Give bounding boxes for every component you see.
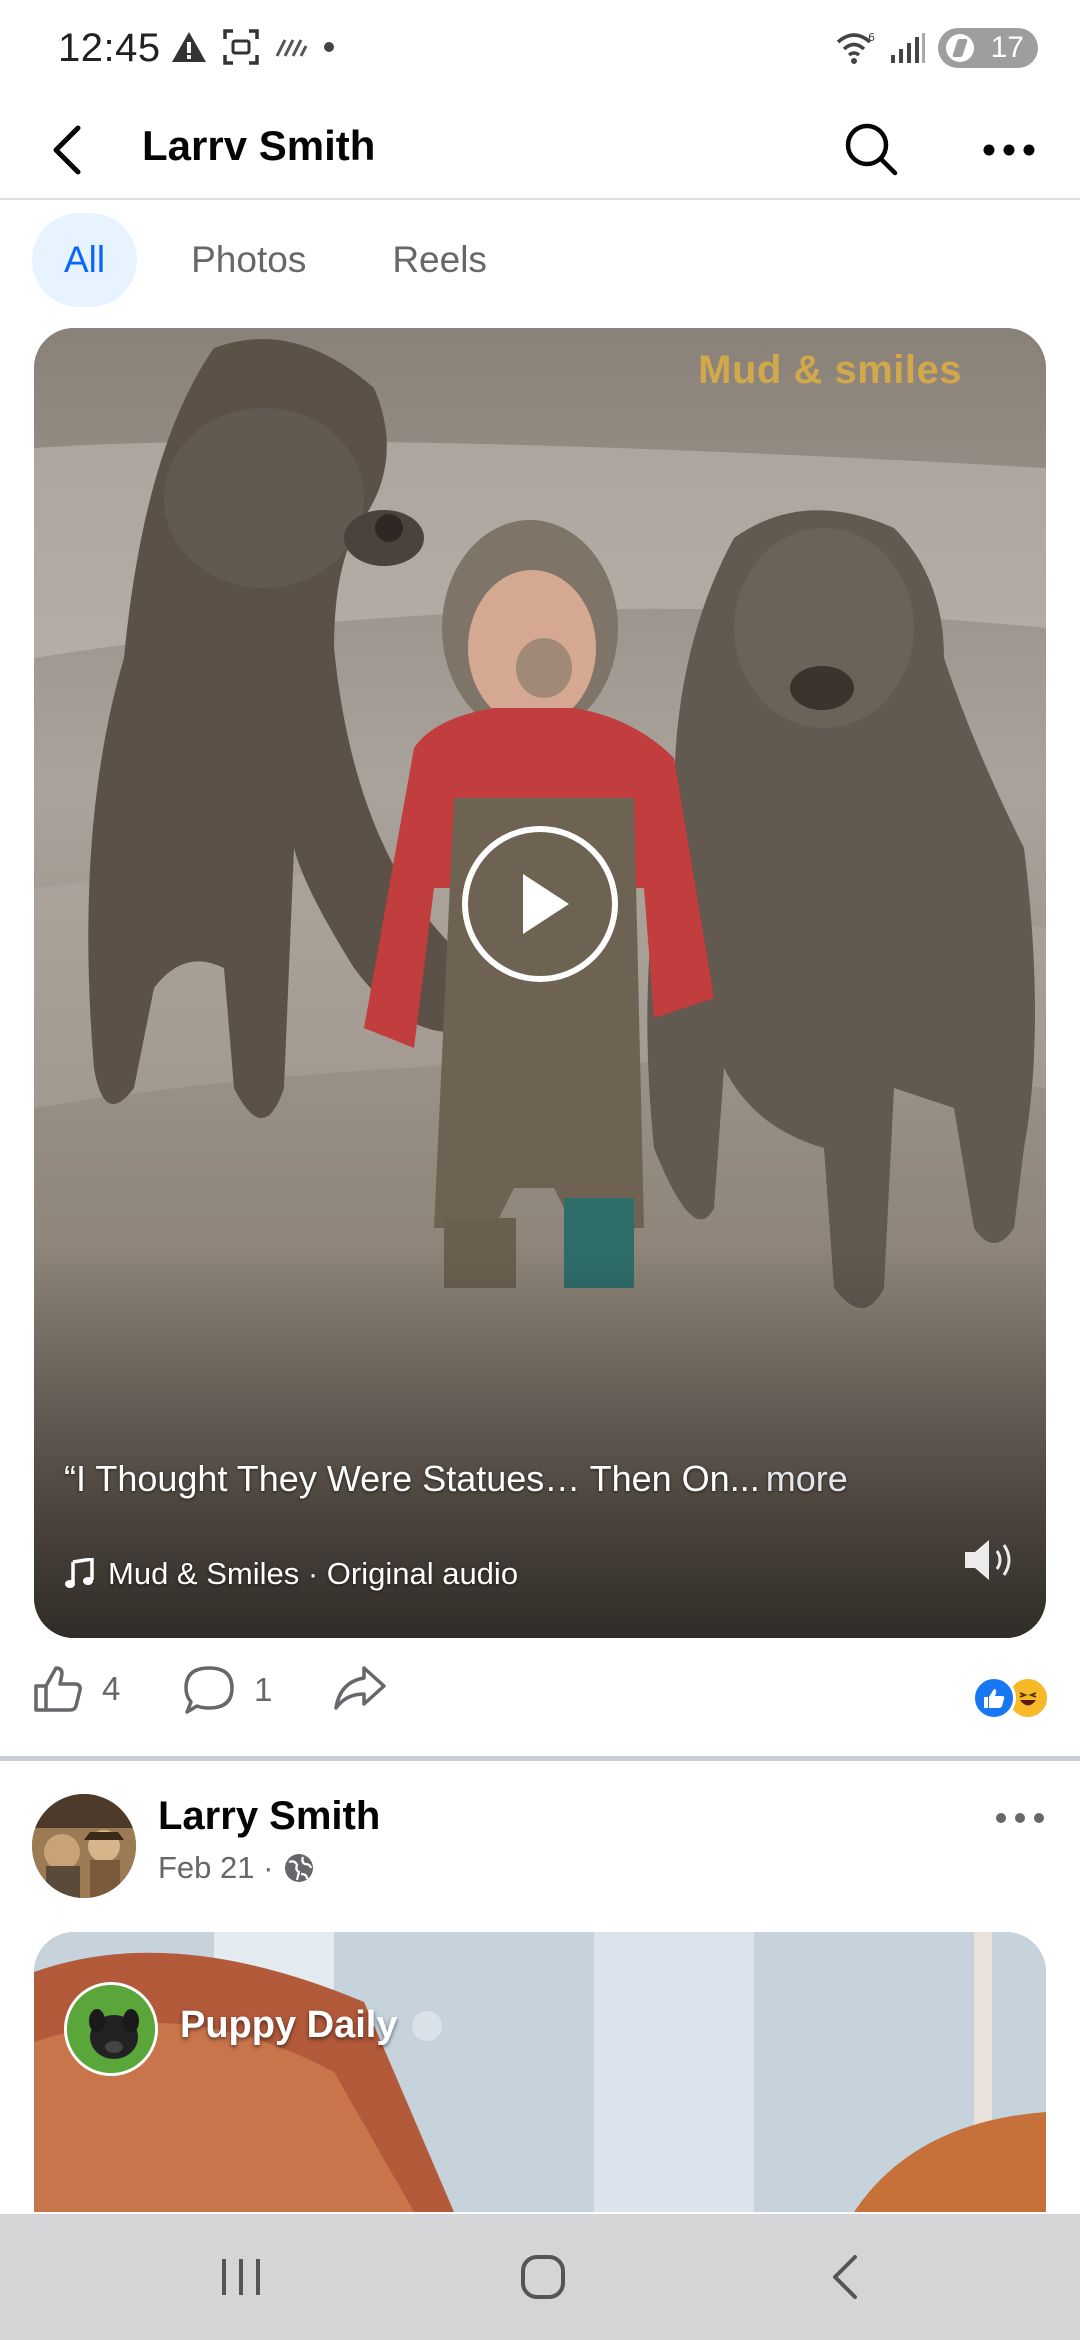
play-button[interactable] [462, 826, 618, 982]
channel-avatar [64, 1982, 158, 2076]
battery-saver-icon [946, 34, 974, 62]
wifi-icon: 6 [836, 31, 875, 64]
tab-reels[interactable]: Reels [360, 213, 519, 307]
share-button[interactable] [332, 1664, 388, 1712]
more-options-button[interactable] [974, 118, 1044, 182]
search-icon [845, 123, 898, 176]
globe-icon [285, 1854, 314, 1882]
more-horizontal-icon [996, 1813, 1044, 1823]
signal-lines-icon [275, 39, 308, 57]
shared-video-preview[interactable]: Puppy Daily [34, 1932, 1046, 2212]
thumbs-up-icon [34, 1666, 82, 1712]
more-horizontal-icon [983, 144, 1035, 156]
status-icons-left [170, 28, 336, 66]
volume-muted-icon [965, 1540, 1011, 1580]
caption-more-link[interactable]: more [766, 1458, 848, 1499]
tab-all[interactable]: All [32, 213, 138, 307]
system-nav-bar [0, 2214, 1080, 2340]
caption-text: “I Thought They Were Statues… Then On... [64, 1458, 760, 1499]
status-icons-right: 6 17 [834, 28, 1038, 68]
screenshot-icon [223, 29, 259, 65]
back-arrow-icon [833, 2255, 857, 2299]
video-thumbnail [34, 328, 1046, 1638]
recent-apps-icon [222, 2259, 260, 2295]
svg-text:6: 6 [868, 31, 875, 44]
music-note-icon [65, 1558, 94, 1588]
author-avatar[interactable] [32, 1794, 136, 1898]
status-time: 12:45 [58, 26, 161, 70]
page-title: Larrv Smith [142, 122, 376, 169]
feed-divider [0, 1756, 1080, 1761]
home-button[interactable] [498, 2242, 588, 2312]
like-count: 4 [102, 1670, 121, 1707]
share-icon [334, 1666, 386, 1710]
channel-name: Puppy Daily [180, 2004, 442, 2047]
video-player[interactable]: Mud & smiles “I Thought They Were Statue… [34, 328, 1046, 1638]
comment-count: 1 [254, 1671, 273, 1708]
tab-photos[interactable]: Photos [159, 213, 338, 307]
video-caption[interactable]: “I Thought They Were Statues… Then On...… [64, 1458, 848, 1500]
reaction-summary[interactable] [972, 1676, 1050, 1720]
recent-apps-button[interactable] [196, 2242, 286, 2312]
back-button[interactable] [36, 118, 100, 182]
post-actions: 4 1 [0, 1650, 1080, 1746]
post-meta: Feb 21 · [158, 1850, 315, 1886]
system-back-button[interactable] [800, 2242, 890, 2312]
post-more-button[interactable] [984, 1790, 1056, 1846]
alert-icon [172, 32, 206, 62]
comment-icon [184, 1666, 234, 1714]
chevron-left-icon [53, 125, 81, 175]
post-author-name[interactable]: Larry Smith [158, 1794, 380, 1839]
audio-info[interactable]: Mud & Smiles · Original audio [64, 1556, 518, 1592]
preview-thumbnail [34, 1932, 1046, 2212]
cell-signal-icon [891, 33, 925, 63]
dot-icon [324, 42, 334, 52]
comment-button[interactable]: 1 [182, 1664, 272, 1716]
battery-icon: 17 [938, 28, 1038, 68]
post-header: Larry Smith Feb 21 · [0, 1790, 1080, 1910]
video-watermark: Mud & smiles [698, 348, 962, 392]
status-bar: 12:45 6 17 [0, 0, 1080, 100]
battery-level: 17 [990, 31, 1024, 64]
like-button[interactable]: 4 [32, 1664, 120, 1714]
verified-icon [411, 2010, 442, 2041]
mute-button[interactable] [952, 1524, 1024, 1596]
like-reaction-icon [972, 1676, 1016, 1720]
home-icon [521, 2255, 565, 2299]
audio-label: Mud & Smiles · Original audio [108, 1556, 519, 1591]
channel-name-text: Puppy Daily [180, 2004, 398, 2046]
search-button[interactable] [836, 114, 906, 184]
post-date: Feb 21 · [158, 1850, 274, 1885]
top-bar: Larrv Smith [0, 100, 1080, 200]
filter-tabs: All Photos Reels [32, 212, 519, 308]
